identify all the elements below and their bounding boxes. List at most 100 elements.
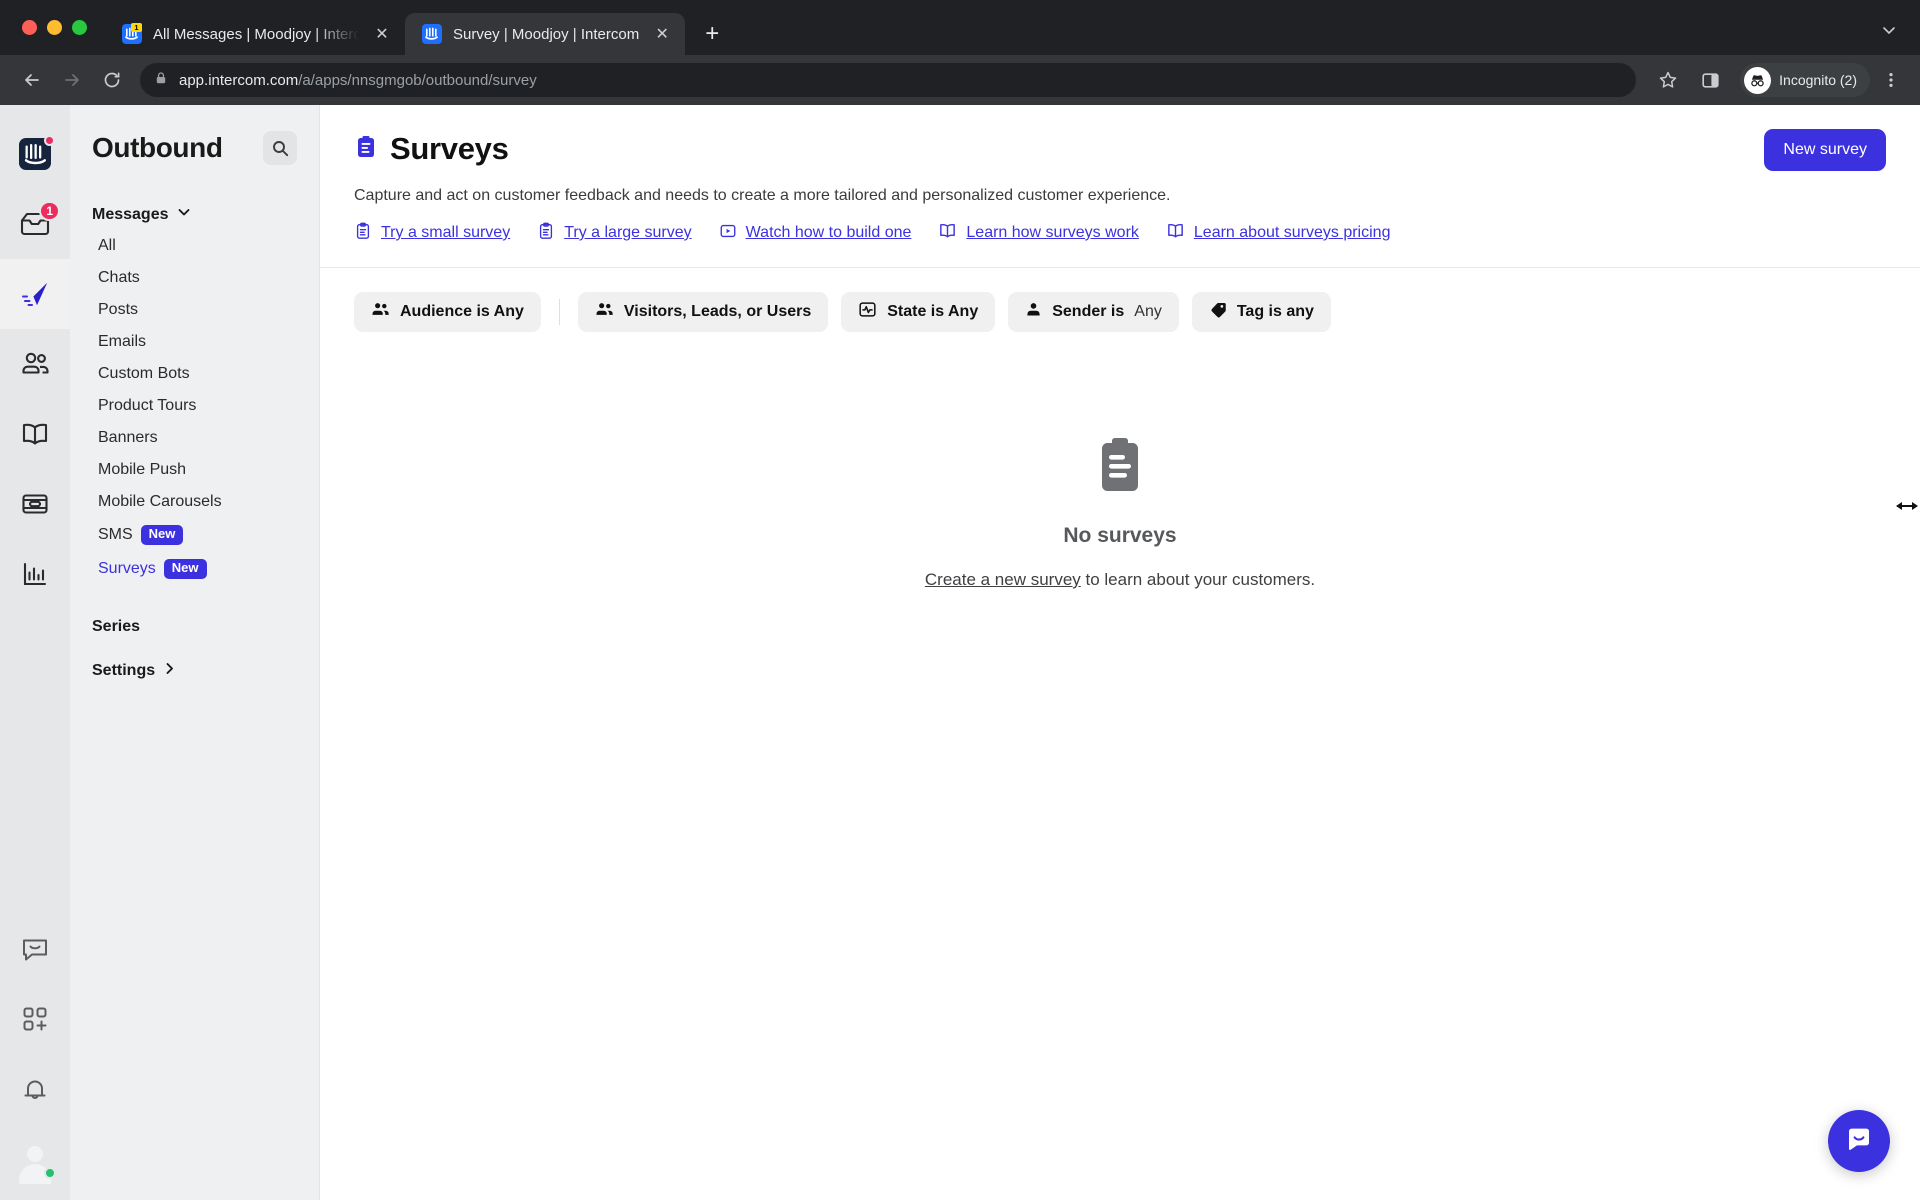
page-subtitle: Capture and act on customer feedback and…: [354, 187, 1171, 204]
rail-item-home[interactable]: [0, 119, 70, 189]
side-panel-icon[interactable]: [1692, 62, 1728, 98]
clipboard-icon: [354, 135, 378, 164]
filter-label: Sender is: [1052, 303, 1125, 320]
filter-sender[interactable]: Sender is Any: [1008, 292, 1179, 332]
rail-item-profile[interactable]: [0, 1124, 70, 1194]
rail-item-reports[interactable]: [0, 539, 70, 609]
address-bar[interactable]: app.intercom.com/a/apps/nnsgmgob/outboun…: [140, 63, 1637, 97]
url-domain: app.intercom.com: [179, 71, 299, 89]
sidebar-item-posts[interactable]: Posts: [70, 294, 319, 326]
pulse-icon: [858, 300, 877, 324]
primary-nav-rail: 1: [0, 105, 70, 1200]
close-tab-button[interactable]: ✕: [369, 21, 395, 47]
chevron-right-icon: [163, 662, 176, 680]
quick-link-watch-how-to-build-one[interactable]: Watch how to build one: [719, 222, 911, 245]
rail-item-contacts[interactable]: [0, 329, 70, 399]
rail-item-inbox[interactable]: 1: [0, 189, 70, 259]
sidebar-item-product-tours[interactable]: Product Tours: [70, 390, 319, 422]
filter-audience[interactable]: Audience is Any: [354, 292, 541, 332]
quick-link-label: Learn about surveys pricing: [1193, 224, 1391, 241]
quick-link-learn-about-surveys-pricing[interactable]: Learn about surveys pricing: [1166, 221, 1391, 245]
intercom-badge-favicon: 1: [121, 23, 143, 45]
presence-indicator: [44, 1167, 56, 1179]
surveys-header: Surveys New survey Capture and act on cu…: [320, 105, 1920, 267]
browser-tab-1[interactable]: 1 All Messages | Moodjoy | Intercom ✕: [105, 13, 405, 55]
rail-bottom-group: [0, 914, 70, 1200]
filter-tag[interactable]: Tag is any: [1191, 292, 1331, 332]
url-text: app.intercom.com/a/apps/nnsgmgob/outboun…: [179, 72, 537, 89]
back-button[interactable]: [14, 62, 50, 98]
filter-visitors-leads-users[interactable]: Visitors, Leads, or Users: [577, 292, 829, 332]
rail-item-articles[interactable]: [0, 399, 70, 469]
browser-tab-2[interactable]: Survey | Moodjoy | Intercom ✕: [405, 13, 686, 55]
book-icon: [938, 221, 957, 245]
new-survey-button[interactable]: New survey: [1764, 129, 1886, 171]
search-icon[interactable]: [263, 131, 297, 165]
new-tab-button[interactable]: +: [695, 17, 729, 51]
sidebar-item-custom-bots[interactable]: Custom Bots: [70, 358, 319, 390]
maximize-window-button[interactable]: [72, 20, 87, 35]
sidebar-section-series[interactable]: Series: [70, 604, 319, 640]
sidebar-item-emails[interactable]: Emails: [70, 326, 319, 358]
sidebar-item-label: SMS: [98, 525, 133, 543]
svg-text:1: 1: [134, 23, 138, 32]
sidebar-item-label: Posts: [98, 301, 139, 318]
filter-label: State is Any: [887, 303, 979, 320]
quick-link-learn-how-surveys-work[interactable]: Learn how surveys work: [938, 221, 1139, 245]
quick-link-try-small-survey[interactable]: Try a small survey: [354, 222, 510, 245]
sidebar-item-mobile-push[interactable]: Mobile Push: [70, 454, 319, 486]
filter-state[interactable]: State is Any: [841, 292, 996, 332]
forward-button[interactable]: [54, 62, 90, 98]
sidebar-item-label: Custom Bots: [98, 365, 190, 382]
sidebar-item-all[interactable]: All: [70, 230, 319, 262]
sidebar-item-mobile-carousels[interactable]: Mobile Carousels: [70, 486, 319, 518]
sidebar-item-label: Mobile Push: [98, 461, 187, 478]
rail-item-tickets[interactable]: [0, 469, 70, 539]
filters-row: Audience is Any Visitors, Leads, or User…: [320, 268, 1920, 332]
sidebar-item-surveys[interactable]: Surveys New: [70, 552, 319, 586]
new-badge: New: [163, 558, 207, 579]
sidebar-header: Outbound: [70, 131, 319, 165]
sidebar-item-sms[interactable]: SMS New: [70, 518, 319, 552]
sidebar-item-label: Chats: [98, 269, 140, 286]
quick-link-label: Learn how surveys work: [966, 224, 1139, 241]
sidebar-item-chats[interactable]: Chats: [70, 262, 319, 294]
profile-incognito-chip[interactable]: Incognito (2): [1740, 63, 1870, 97]
browser-menu-button[interactable]: [1876, 62, 1906, 98]
sidebar-item-label: Emails: [98, 333, 147, 350]
messenger-launcher-button[interactable]: [1828, 1110, 1890, 1172]
sidebar-section-label: Series: [92, 617, 141, 635]
play-video-icon: [719, 222, 737, 245]
clipboard-icon: [1094, 437, 1146, 500]
create-new-survey-link[interactable]: Create a new survey: [925, 570, 1081, 589]
quick-link-try-large-survey[interactable]: Try a large survey: [537, 222, 692, 245]
rail-item-messenger[interactable]: [0, 914, 70, 984]
sidebar-item-banners[interactable]: Banners: [70, 422, 319, 454]
reload-button[interactable]: [94, 62, 130, 98]
chevron-down-icon[interactable]: [1872, 13, 1906, 47]
sidebar-item-label: Mobile Carousels: [98, 493, 222, 510]
people-icon: [595, 300, 614, 324]
rail-item-notifications[interactable]: [0, 1054, 70, 1124]
empty-state-subtitle: Create a new survey to learn about your …: [925, 570, 1315, 590]
new-badge: New: [140, 525, 184, 545]
rail-item-apps[interactable]: [0, 984, 70, 1054]
filter-separator: [558, 299, 560, 325]
close-tab-button[interactable]: ✕: [649, 21, 675, 47]
chevron-down-icon: [177, 205, 191, 224]
sidebar-title: Outbound: [92, 132, 223, 163]
tab-strip: 1 All Messages | Moodjoy | Intercom ✕ Su…: [0, 0, 1920, 55]
sidebar-group-label: Messages: [92, 205, 169, 223]
close-window-button[interactable]: [22, 20, 37, 35]
minimize-window-button[interactable]: [47, 20, 62, 35]
sidebar-section-settings[interactable]: Settings: [70, 648, 319, 684]
lock-icon: [154, 71, 168, 90]
tag-icon: [1209, 301, 1227, 324]
bookmark-star-icon[interactable]: [1650, 62, 1686, 98]
book-icon: [1166, 221, 1185, 245]
sidebar-group-header-messages[interactable]: Messages: [70, 199, 319, 230]
avatar: [14, 1138, 56, 1184]
empty-state: No surveys Create a new survey to learn …: [320, 332, 1920, 1200]
sidebar-group-messages: Messages All Chats Posts Emails Custom B…: [70, 199, 319, 586]
rail-item-outbound[interactable]: [0, 259, 70, 329]
